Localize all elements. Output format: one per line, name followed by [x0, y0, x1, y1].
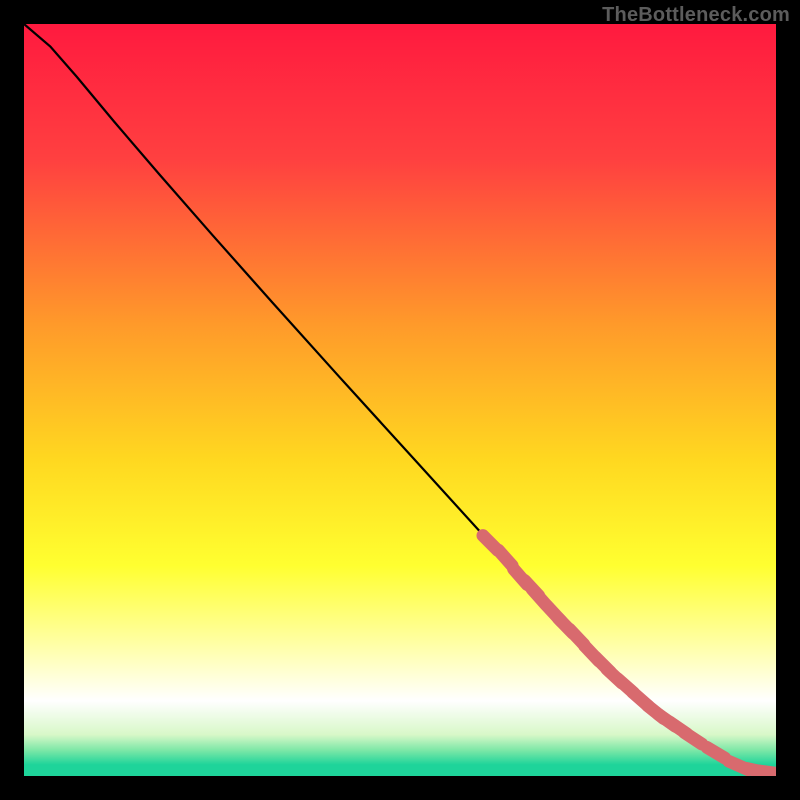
- highlighted-point: [758, 771, 776, 774]
- gradient-background: [24, 24, 776, 776]
- plot-svg: [24, 24, 776, 776]
- chart-stage: TheBottleneck.com: [0, 0, 800, 800]
- plot-area: [24, 24, 776, 776]
